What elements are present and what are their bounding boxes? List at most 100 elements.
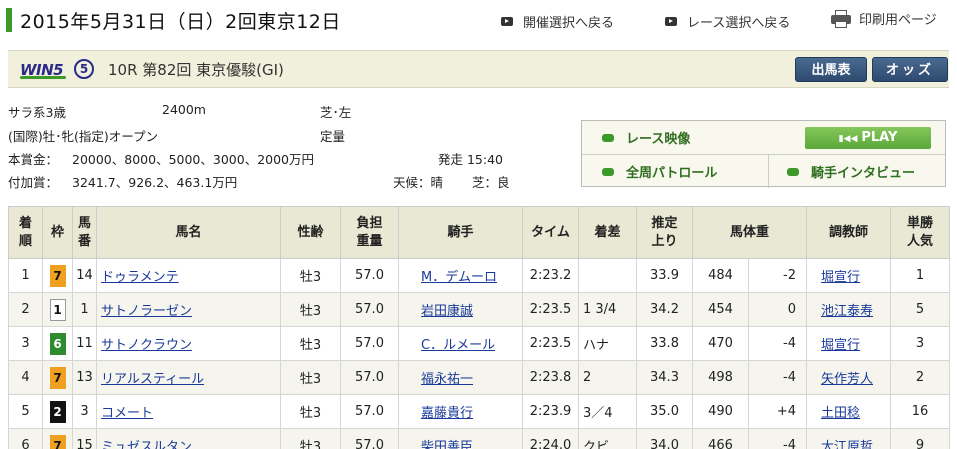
table-row: 2 1 1 サトノラーゼン 牡3 57.0 岩田康誠 2:23.5 1 3/4 34.2 454 0 池… bbox=[8, 292, 951, 327]
header-trainer: 調教師 bbox=[806, 206, 892, 259]
header-rank: 着順 bbox=[8, 206, 43, 259]
rank-cell: 2 bbox=[8, 292, 43, 327]
jockey-link[interactable]: M．デムーロ bbox=[421, 270, 497, 285]
shutsuba-button[interactable]: 出馬表 bbox=[795, 57, 867, 82]
horse-name-cell: コメート bbox=[96, 394, 281, 429]
margin-cell bbox=[578, 258, 637, 293]
jockey-cell: 嘉藤貴行 bbox=[398, 394, 523, 429]
header-weight: 負担 重量 bbox=[340, 206, 399, 259]
last3f-cell: 34.3 bbox=[636, 360, 693, 395]
jockey-link[interactable]: 嘉藤貴行 bbox=[421, 406, 473, 421]
win5-logo: WIN5 bbox=[20, 61, 66, 79]
trainer-cell: 大江原哲 bbox=[806, 428, 892, 449]
bodyweight-diff-cell: -4 bbox=[747, 428, 808, 449]
jockey-link[interactable]: 岩田康誠 bbox=[421, 304, 473, 319]
trainer-link[interactable]: 大江原哲 bbox=[821, 440, 873, 449]
arrow-right-icon bbox=[501, 17, 513, 26]
patrol-video-link[interactable]: 全周パトロール bbox=[602, 155, 717, 188]
header-popularity: 単勝 人気 bbox=[890, 206, 951, 259]
header-last3f: 推定 上り bbox=[636, 206, 693, 259]
back-to-race-link[interactable]: レース選択へ戻る bbox=[665, 12, 790, 31]
extra-video-row: 全周パトロール 騎手インタビュー bbox=[582, 155, 945, 188]
weather: 天候：晴 bbox=[393, 175, 444, 190]
sexage-cell: 牡3 bbox=[280, 326, 341, 361]
sexage-cell: 牡3 bbox=[280, 292, 341, 327]
horse-name-link[interactable]: サトノクラウン bbox=[101, 338, 192, 353]
race-title-bar: WIN5 5 10R 第82回 東京優駿(GI) 出馬表 オッズ bbox=[8, 50, 949, 88]
table-row: 4 7 13 リアルスティール 牡3 57.0 福永祐一 2:23.8 2 34.3 498 -4 矢作… bbox=[8, 360, 951, 395]
bodyweight-cell: 498 bbox=[692, 360, 749, 395]
bodyweight-diff-cell: +4 bbox=[747, 394, 808, 429]
popularity-cell: 9 bbox=[890, 428, 951, 449]
waku-cell: 7 bbox=[42, 360, 73, 395]
trainer-link[interactable]: 矢作芳人 bbox=[821, 372, 873, 387]
weight-cell: 57.0 bbox=[340, 258, 399, 293]
waku-badge: 7 bbox=[49, 366, 66, 389]
header-horse: 馬名 bbox=[96, 206, 281, 259]
horse-name-link[interactable]: ドゥラメンテ bbox=[101, 270, 179, 285]
prize-label: 本賞金： bbox=[8, 152, 59, 167]
table-row: 6 7 15 ミュゼスルタン 牡3 57.0 柴田善臣 2:24.0 クビ 34.0 466 -4 大江… bbox=[8, 428, 951, 449]
waku-badge: 1 bbox=[49, 298, 66, 321]
bodyweight-cell: 490 bbox=[692, 394, 749, 429]
jockey-link[interactable]: C．ルメール bbox=[421, 338, 495, 353]
header-waku: 枠 bbox=[42, 206, 73, 259]
video-icon bbox=[787, 167, 799, 176]
horse-name-cell: ミュゼスルタン bbox=[96, 428, 281, 449]
race-video-link[interactable]: レース映像 bbox=[602, 121, 690, 154]
race-weight-rule: 定量 bbox=[320, 129, 346, 144]
added-prize-value: 3241.7、926.2、463.1万円 bbox=[72, 175, 238, 190]
rank-cell: 4 bbox=[8, 360, 43, 395]
weight-cell: 57.0 bbox=[340, 326, 399, 361]
weight-cell: 57.0 bbox=[340, 292, 399, 327]
play-button[interactable]: ▮◀◀ PLAY bbox=[805, 127, 931, 149]
jockey-cell: 福永祐一 bbox=[398, 360, 523, 395]
umaban-cell: 3 bbox=[72, 394, 97, 429]
jockey-interview-link[interactable]: 騎手インタビュー bbox=[787, 155, 915, 188]
umaban-cell: 13 bbox=[72, 360, 97, 395]
margin-cell: 3／4 bbox=[578, 394, 637, 429]
waku-cell: 6 bbox=[42, 326, 73, 361]
jockey-link[interactable]: 福永祐一 bbox=[421, 372, 473, 387]
print-page-label: 印刷用ページ bbox=[859, 13, 937, 28]
added-prize-label: 付加賞： bbox=[8, 175, 59, 190]
bodyweight-cell: 454 bbox=[692, 292, 749, 327]
race-distance: 2400m bbox=[162, 102, 206, 117]
header-bodyweight: 馬体重 bbox=[691, 206, 808, 259]
print-page-link[interactable]: 印刷用ページ bbox=[831, 9, 937, 28]
back-to-kaisai-label: 開催選択へ戻る bbox=[523, 16, 615, 31]
trainer-link[interactable]: 堀宣行 bbox=[821, 270, 860, 285]
jockey-link[interactable]: 柴田善臣 bbox=[421, 440, 473, 449]
time-cell: 2:24.0 bbox=[522, 428, 579, 449]
page-header: 2015年5月31日（日）2回東京12日 開催選択へ戻る レース選択へ戻る 印刷… bbox=[0, 0, 957, 40]
trainer-link[interactable]: 堀宣行 bbox=[821, 338, 860, 353]
horse-name-cell: ドゥラメンテ bbox=[96, 258, 281, 293]
video-icon bbox=[602, 133, 614, 142]
odds-button[interactable]: オッズ bbox=[872, 57, 948, 82]
trainer-link[interactable]: 土田稔 bbox=[821, 406, 860, 421]
horse-name-link[interactable]: コメート bbox=[101, 406, 153, 421]
trainer-cell: 土田稔 bbox=[806, 394, 892, 429]
horse-name-link[interactable]: リアルスティール bbox=[101, 372, 204, 387]
back-to-kaisai-link[interactable]: 開催選択へ戻る bbox=[501, 12, 614, 31]
horse-name-link[interactable]: ミュゼスルタン bbox=[101, 440, 192, 449]
bodyweight-diff-cell: -4 bbox=[747, 326, 808, 361]
waku-cell: 2 bbox=[42, 394, 73, 429]
trainer-cell: 池江泰寿 bbox=[806, 292, 892, 327]
margin-cell: ハナ bbox=[578, 326, 637, 361]
sexage-cell: 牡3 bbox=[280, 360, 341, 395]
trainer-cell: 堀宣行 bbox=[806, 326, 892, 361]
last3f-cell: 34.0 bbox=[636, 428, 693, 449]
header-time: タイム bbox=[522, 206, 579, 259]
race-video-row: レース映像 ▮◀◀ PLAY bbox=[582, 121, 945, 154]
table-row: 3 6 11 サトノクラウン 牡3 57.0 C．ルメール 2:23.5 ハナ 33.8 470 -4… bbox=[8, 326, 951, 361]
waku-cell: 7 bbox=[42, 258, 73, 293]
horse-name-link[interactable]: サトノラーゼン bbox=[101, 304, 192, 319]
time-cell: 2:23.2 bbox=[522, 258, 579, 293]
bodyweight-diff-cell: -4 bbox=[747, 360, 808, 395]
waku-badge: 7 bbox=[49, 434, 66, 449]
race-entry-condition: (国際)牡･牝(指定)オープン bbox=[8, 129, 159, 144]
popularity-cell: 1 bbox=[890, 258, 951, 293]
trainer-link[interactable]: 池江泰寿 bbox=[821, 304, 873, 319]
results-header-row: 着順 枠 馬番 馬名 性齢 負担 重量 騎手 タイム 着差 推定 上り 馬体重 調教… bbox=[8, 206, 951, 259]
